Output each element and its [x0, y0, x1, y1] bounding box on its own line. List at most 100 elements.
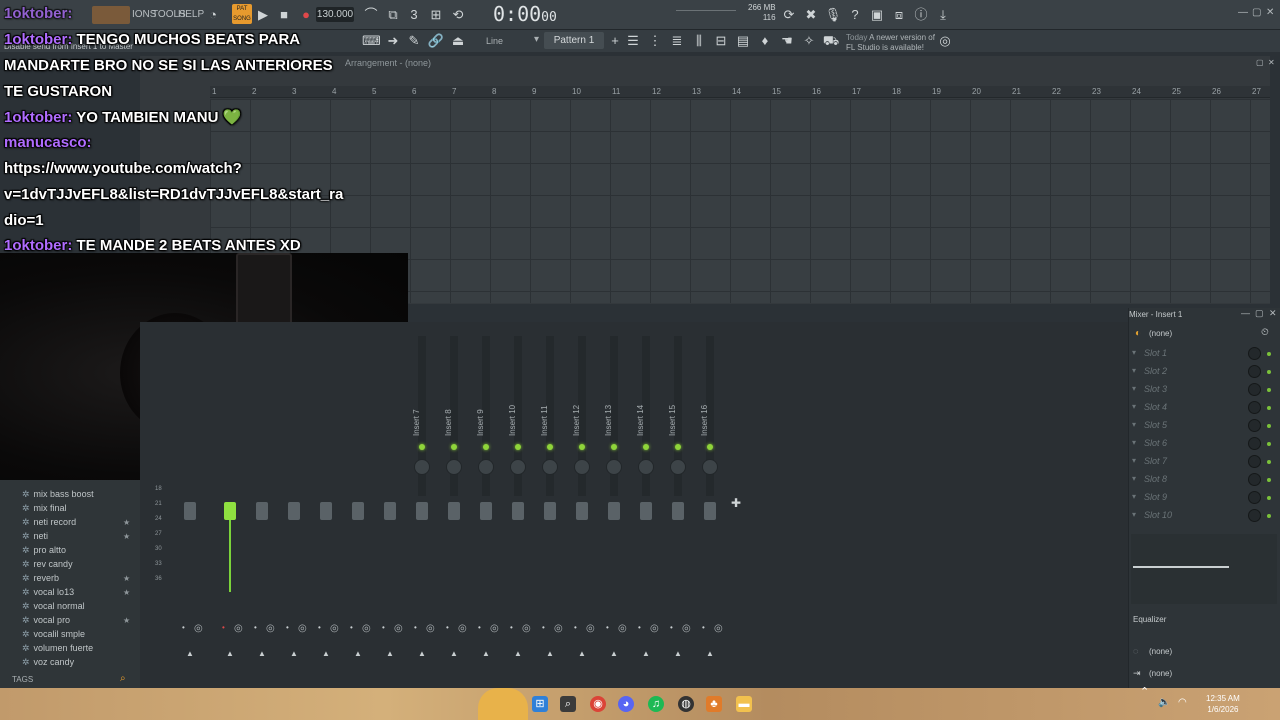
route-arrow-icon[interactable]: ▲ — [418, 649, 426, 658]
channel-rack-icon[interactable]: ≣ — [668, 32, 686, 50]
mixer-panel-maximize-icon[interactable]: ▢ — [1255, 308, 1264, 319]
insert-name[interactable]: Insert 10 — [508, 405, 517, 436]
send-dot-icon[interactable]: • — [318, 623, 321, 632]
send-dot-icon[interactable]: • — [606, 623, 609, 632]
browser-item[interactable]: ✲ pro altto — [22, 545, 66, 556]
globe-icon[interactable]: ◎ — [936, 32, 954, 50]
route-arrow-icon[interactable]: ▲ — [546, 649, 554, 658]
browser-item[interactable]: ✲ vocalil smple — [22, 629, 85, 640]
browser-item[interactable]: ✲ voz candy — [22, 657, 74, 668]
stereo-knob-icon[interactable]: ◎ — [490, 623, 499, 634]
route-arrow-icon[interactable]: ▲ — [354, 649, 362, 658]
send-dot-icon[interactable]: • — [254, 623, 257, 632]
stereo-knob-icon[interactable]: ◎ — [458, 623, 467, 634]
stereo-knob-icon[interactable]: ◎ — [266, 623, 275, 634]
pan-knob[interactable] — [606, 459, 622, 475]
slot-enable-led[interactable] — [1267, 424, 1271, 428]
channel-fader[interactable] — [416, 502, 428, 520]
slot-enable-led[interactable] — [1267, 370, 1271, 374]
playlist-icon[interactable]: ☰ — [624, 32, 642, 50]
slot-enable-led[interactable] — [1267, 478, 1271, 482]
route-arrow-icon[interactable]: ▲ — [482, 649, 490, 658]
route-arrow-icon[interactable]: ▲ — [578, 649, 586, 658]
stamp-icon[interactable]: ⏏ — [449, 32, 467, 50]
stereo-knob-icon[interactable]: ◎ — [522, 623, 531, 634]
playlist-close-icon[interactable]: ✕ — [1268, 58, 1275, 67]
stop-icon[interactable]: ■ — [275, 6, 293, 24]
stereo-knob-icon[interactable]: ◎ — [586, 623, 595, 634]
effect-slot[interactable]: Slot 6 — [1144, 438, 1167, 448]
favorite-star-icon[interactable]: ★ — [123, 518, 130, 527]
slot-mix-knob[interactable] — [1248, 491, 1261, 504]
send-dot-icon[interactable]: • — [350, 623, 353, 632]
channel-fader[interactable] — [672, 502, 684, 520]
slot-dropdown-icon[interactable]: ▾ — [1132, 420, 1136, 429]
pan-knob[interactable] — [542, 459, 558, 475]
insert-name[interactable]: Insert 16 — [700, 405, 709, 436]
route-arrow-icon[interactable]: ▲ — [322, 649, 330, 658]
add-pattern-icon[interactable]: + — [606, 32, 624, 50]
slot-dropdown-icon[interactable]: ▾ — [1132, 456, 1136, 465]
update-notice[interactable]: Today A newer version of FL Studio is ava… — [846, 33, 935, 53]
effect-slot[interactable]: Slot 10 — [1144, 510, 1172, 520]
pan-knob[interactable] — [510, 459, 526, 475]
stereo-knob-icon[interactable]: ◎ — [298, 623, 307, 634]
record-icon[interactable]: ● — [297, 6, 315, 24]
insert-enable-led[interactable] — [707, 444, 713, 450]
stereo-knob-icon[interactable]: ◎ — [714, 623, 723, 634]
timeline-ruler[interactable]: 1 2 3 4 5 6 7 8 9 10 11 12 13 14 15 16 17 18 19 20 21 22 23 24 2… — [210, 86, 1270, 98]
slot-mix-knob[interactable] — [1248, 347, 1261, 360]
spotify-icon[interactable]: ♫ — [648, 696, 664, 712]
effect-slot[interactable]: Slot 2 — [1144, 366, 1167, 376]
channel-fader[interactable] — [224, 502, 236, 520]
stereo-knob-icon[interactable]: ◎ — [618, 623, 627, 634]
refresh-icon[interactable]: ⟳ — [780, 6, 798, 24]
stereo-knob-icon[interactable]: ◎ — [682, 623, 691, 634]
insert-enable-led[interactable] — [675, 444, 681, 450]
mic-icon[interactable]: 🎙 — [824, 6, 842, 24]
volume-tray-icon[interactable]: 🔈 — [1158, 697, 1170, 708]
browser-search-icon[interactable]: ⌕ — [120, 673, 126, 684]
slot-enable-led[interactable] — [1267, 388, 1271, 392]
pan-knob[interactable] — [574, 459, 590, 475]
start-icon[interactable]: ⊞ — [532, 696, 548, 712]
channel-fader[interactable] — [184, 502, 196, 520]
chrome-icon[interactable]: ◉ — [590, 696, 606, 712]
insert-name[interactable]: Insert 14 — [636, 405, 645, 436]
download-icon[interactable]: ⤓ — [934, 6, 952, 24]
slot-mix-knob[interactable] — [1248, 383, 1261, 396]
favorite-star-icon[interactable]: ★ — [123, 532, 130, 541]
metronome-icon[interactable]: ⌒ — [362, 6, 380, 24]
slot-dropdown-icon[interactable]: ▾ — [1132, 384, 1136, 393]
stereo-knob-icon[interactable]: ◎ — [650, 623, 659, 634]
output-selector[interactable]: (none) — [1149, 669, 1172, 678]
pan-knob[interactable] — [414, 459, 430, 475]
browser-item[interactable]: ✲ volumen fuerte — [22, 643, 93, 654]
send-dot-icon[interactable]: • — [446, 623, 449, 632]
channel-fader[interactable] — [640, 502, 652, 520]
snap-dropdown-icon[interactable]: ▾ — [534, 34, 539, 45]
slot-enable-led[interactable] — [1267, 460, 1271, 464]
route-arrow-icon[interactable]: ▲ — [386, 649, 394, 658]
pan-knob[interactable] — [478, 459, 494, 475]
route-arrow-icon[interactable]: ▲ — [610, 649, 618, 658]
send-dot-icon[interactable]: • — [382, 623, 385, 632]
effect-slot[interactable]: Slot 9 — [1144, 492, 1167, 502]
browser-icon[interactable]: ⊟ — [712, 32, 730, 50]
clock-icon[interactable]: ⏲ — [1261, 327, 1269, 338]
send-dot-icon[interactable]: • — [638, 623, 641, 632]
send-dot-icon[interactable]: • — [182, 623, 185, 632]
effect-slot[interactable]: Slot 1 — [1144, 348, 1167, 358]
slot-mix-knob[interactable] — [1248, 419, 1261, 432]
save-icon[interactable]: ▣ — [868, 6, 886, 24]
effect-slot[interactable]: Slot 7 — [1144, 456, 1167, 466]
slot-dropdown-icon[interactable]: ▾ — [1132, 402, 1136, 411]
arrow-icon[interactable]: ➜ — [384, 32, 402, 50]
stereo-knob-icon[interactable]: ◎ — [394, 623, 403, 634]
mixer-icon[interactable]: ⫼ — [690, 32, 708, 50]
slot-mix-knob[interactable] — [1248, 473, 1261, 486]
channel-fader[interactable] — [256, 502, 268, 520]
plugin-picker-icon[interactable]: ♦ — [756, 32, 774, 50]
favorite-star-icon[interactable]: ★ — [123, 616, 130, 625]
tempo-display[interactable]: 130.000 — [316, 7, 354, 22]
